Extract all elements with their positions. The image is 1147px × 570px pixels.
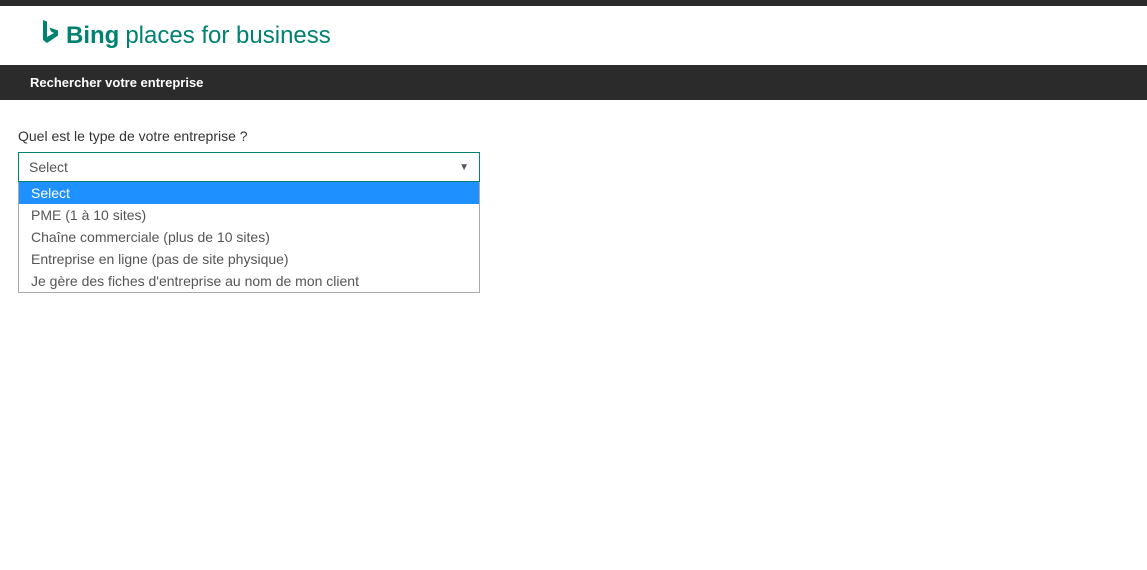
dropdown-option-select[interactable]: Select [19, 182, 479, 204]
site-header: Bing places for business [0, 6, 1147, 65]
bing-logo-icon [40, 20, 60, 51]
logo-brand-text: Bing [66, 22, 119, 50]
dropdown-option-client[interactable]: Je gère des fiches d'entreprise au nom d… [19, 270, 479, 292]
business-type-dropdown: Select PME (1 à 10 sites) Chaîne commerc… [18, 182, 480, 293]
business-type-label: Quel est le type de votre entreprise ? [18, 128, 482, 144]
chevron-down-icon: ▼ [459, 162, 469, 173]
dropdown-option-pme[interactable]: PME (1 à 10 sites) [19, 204, 479, 226]
dropdown-option-enligne[interactable]: Entreprise en ligne (pas de site physiqu… [19, 248, 479, 270]
subheader-title: Rechercher votre entreprise [30, 75, 203, 90]
page-subheader: Rechercher votre entreprise [0, 65, 1147, 100]
business-type-select-wrap: Select ▼ Select PME (1 à 10 sites) Chaîn… [18, 152, 482, 293]
main-content: Quel est le type de votre entreprise ? S… [0, 100, 500, 321]
business-type-select[interactable]: Select ▼ [18, 152, 480, 182]
select-current-value: Select [29, 159, 68, 175]
logo-tagline-text: places for business [125, 22, 330, 50]
dropdown-option-chaine[interactable]: Chaîne commerciale (plus de 10 sites) [19, 226, 479, 248]
